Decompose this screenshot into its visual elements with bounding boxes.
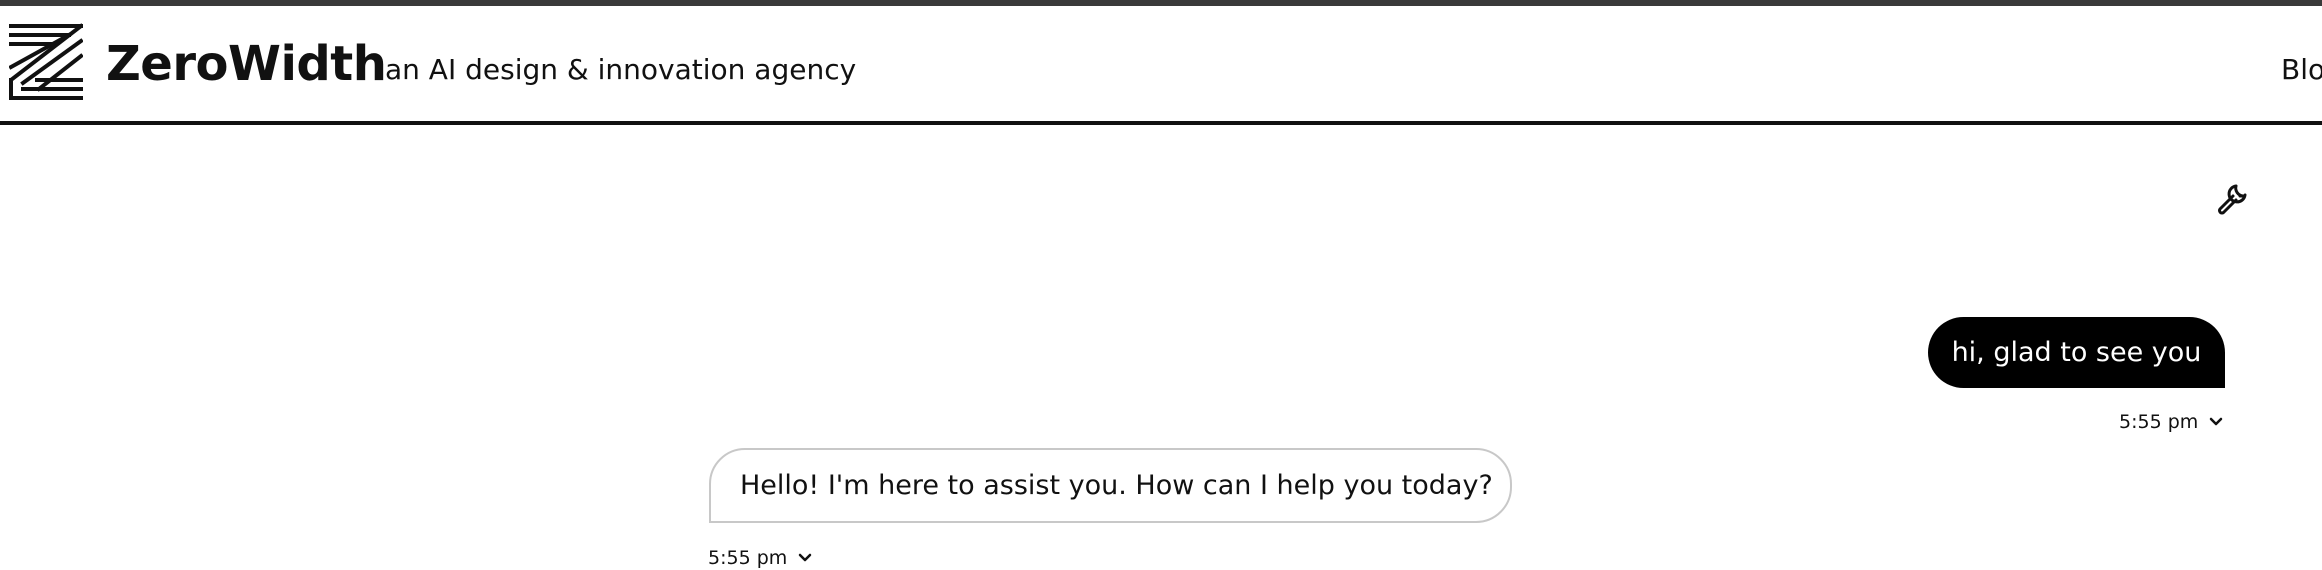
nav-link-blog[interactable]: Blo [2281,52,2322,88]
chevron-down-icon[interactable] [2208,416,2224,428]
message-timestamp: 5:55 pm [708,547,788,569]
zerowidth-logo-icon[interactable] [9,23,83,101]
brand-name[interactable]: ZeroWidth [106,35,387,93]
message-timestamp: 5:55 pm [2119,411,2199,433]
chevron-down-icon[interactable] [797,552,813,564]
message-meta[interactable]: 5:55 pm [2119,410,2224,434]
settings-button[interactable] [2214,180,2250,216]
message-meta[interactable]: 5:55 pm [708,546,813,570]
site-header: ZeroWidth an AI design & innovation agen… [0,6,2322,125]
user-message-bubble: hi, glad to see you [1928,317,2225,388]
wrench-icon [2218,184,2247,215]
assistant-message-bubble: Hello! I'm here to assist you. How can I… [709,448,1512,523]
tagline: an AI design & innovation agency [385,53,857,86]
